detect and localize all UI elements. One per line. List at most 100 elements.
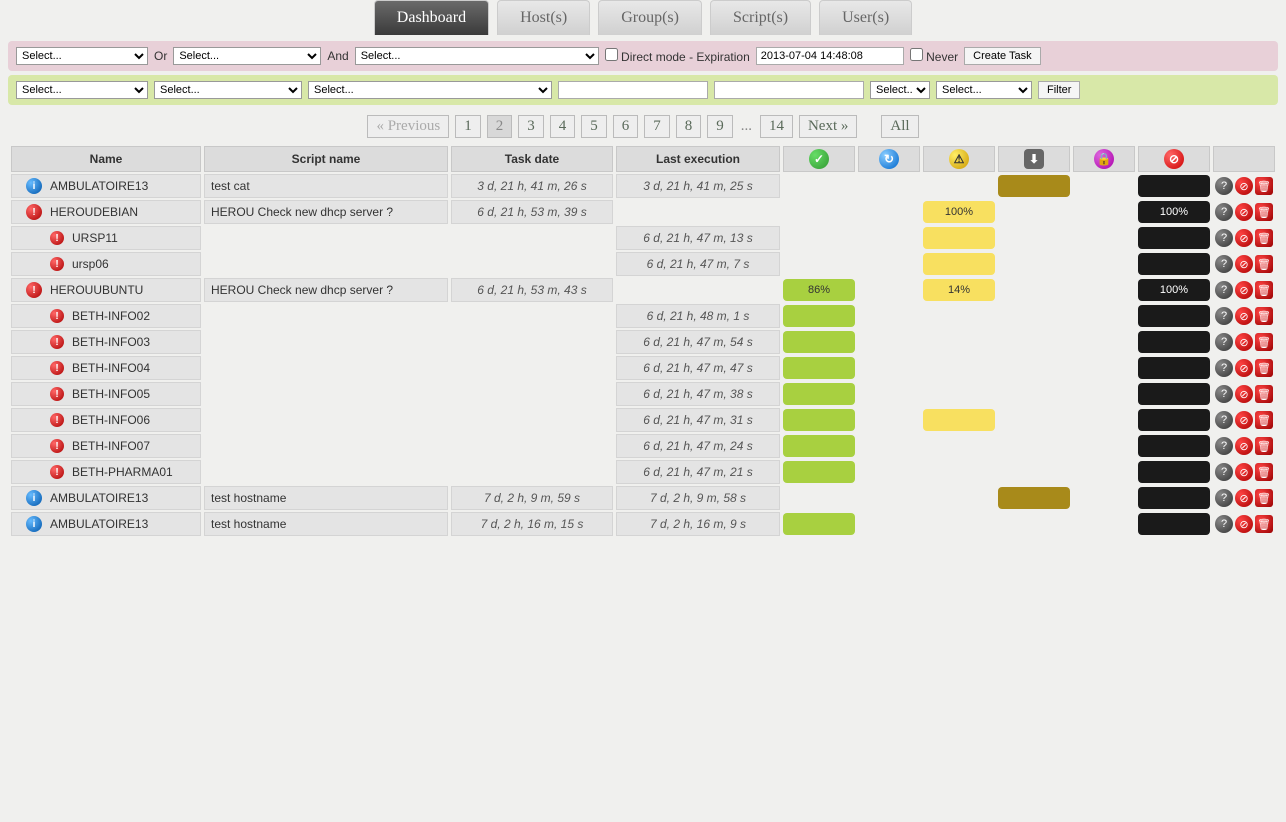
header-lock-icon[interactable]: 🔒	[1073, 146, 1135, 172]
task-select-1[interactable]: Select...	[16, 47, 148, 65]
header-download-icon[interactable]: ⬇	[998, 146, 1070, 172]
info-button[interactable]: ?	[1215, 463, 1233, 481]
info-button[interactable]: ?	[1215, 359, 1233, 377]
info-button[interactable]: ?	[1215, 411, 1233, 429]
delete-button[interactable]: 🗑	[1255, 359, 1273, 377]
header-script[interactable]: Script name	[204, 146, 448, 172]
create-task-button[interactable]: Create Task	[964, 47, 1041, 65]
cancel-button[interactable]: ⊘	[1235, 203, 1253, 221]
info-button[interactable]: ?	[1215, 229, 1233, 247]
page-9[interactable]: 9	[707, 115, 733, 138]
cancel-button[interactable]: ⊘	[1235, 411, 1253, 429]
delete-button[interactable]: 🗑	[1255, 333, 1273, 351]
cancel-button[interactable]: ⊘	[1235, 489, 1253, 507]
delete-button[interactable]: 🗑	[1255, 307, 1273, 325]
delete-button[interactable]: 🗑	[1255, 489, 1273, 507]
direct-mode-checkbox-label[interactable]: Direct mode - Expiration	[605, 48, 750, 64]
info-button[interactable]: ?	[1215, 281, 1233, 299]
filter-select-4[interactable]: Select...	[870, 81, 930, 99]
header-success-icon[interactable]: ✓	[783, 146, 855, 172]
cancel-button[interactable]: ⊘	[1235, 385, 1253, 403]
host-name[interactable]: BETH-INFO03	[72, 335, 150, 349]
page-14[interactable]: 14	[760, 115, 793, 138]
delete-button[interactable]: 🗑	[1255, 411, 1273, 429]
cancel-button[interactable]: ⊘	[1235, 177, 1253, 195]
host-name[interactable]: HEROUUBUNTU	[50, 283, 143, 297]
delete-button[interactable]: 🗑	[1255, 281, 1273, 299]
cancel-button[interactable]: ⊘	[1235, 333, 1253, 351]
page-8[interactable]: 8	[676, 115, 702, 138]
cancel-button[interactable]: ⊘	[1235, 255, 1253, 273]
header-deny-icon[interactable]: ⊘	[1138, 146, 1210, 172]
host-name[interactable]: URSP11	[72, 231, 118, 245]
info-button[interactable]: ?	[1215, 437, 1233, 455]
page-2[interactable]: 2	[487, 115, 513, 138]
header-task-date[interactable]: Task date	[451, 146, 613, 172]
delete-button[interactable]: 🗑	[1255, 437, 1273, 455]
info-button[interactable]: ?	[1215, 333, 1233, 351]
cancel-button[interactable]: ⊘	[1235, 437, 1253, 455]
header-refresh-icon[interactable]: ↻	[858, 146, 920, 172]
never-checkbox-label[interactable]: Never	[910, 48, 958, 64]
host-name[interactable]: BETH-INFO04	[72, 361, 150, 375]
header-warning-icon[interactable]: ⚠	[923, 146, 995, 172]
page-next[interactable]: Next »	[799, 115, 857, 138]
cancel-button[interactable]: ⊘	[1235, 229, 1253, 247]
page-6[interactable]: 6	[613, 115, 639, 138]
page-7[interactable]: 7	[644, 115, 670, 138]
delete-button[interactable]: 🗑	[1255, 463, 1273, 481]
filter-text-2[interactable]	[714, 81, 864, 99]
host-name[interactable]: BETH-INFO05	[72, 387, 150, 401]
page-prev[interactable]: « Previous	[367, 115, 449, 138]
info-button[interactable]: ?	[1215, 385, 1233, 403]
tab-users[interactable]: User(s)	[819, 0, 912, 35]
page-4[interactable]: 4	[550, 115, 576, 138]
filter-select-5[interactable]: Select...	[936, 81, 1032, 99]
cancel-button[interactable]: ⊘	[1235, 359, 1253, 377]
info-button[interactable]: ?	[1215, 515, 1233, 533]
page-1[interactable]: 1	[455, 115, 481, 138]
tab-hosts[interactable]: Host(s)	[497, 0, 590, 35]
cancel-button[interactable]: ⊘	[1235, 515, 1253, 533]
page-5[interactable]: 5	[581, 115, 607, 138]
delete-button[interactable]: 🗑	[1255, 203, 1273, 221]
task-select-2[interactable]: Select...	[173, 47, 321, 65]
delete-button[interactable]: 🗑	[1255, 229, 1273, 247]
cancel-button[interactable]: ⊘	[1235, 307, 1253, 325]
task-select-3[interactable]: Select...	[355, 47, 599, 65]
host-name[interactable]: BETH-INFO06	[72, 413, 150, 427]
info-button[interactable]: ?	[1215, 489, 1233, 507]
info-button[interactable]: ?	[1215, 203, 1233, 221]
host-name[interactable]: HEROUDEBIAN	[50, 205, 138, 219]
host-name[interactable]: AMBULATOIRE13	[50, 517, 148, 531]
filter-select-1[interactable]: Select...	[16, 81, 148, 99]
filter-text-1[interactable]	[558, 81, 708, 99]
info-button[interactable]: ?	[1215, 255, 1233, 273]
host-name[interactable]: BETH-PHARMA01	[72, 465, 173, 479]
info-button[interactable]: ?	[1215, 177, 1233, 195]
cancel-button[interactable]: ⊘	[1235, 281, 1253, 299]
expiration-input[interactable]	[756, 47, 904, 65]
host-name[interactable]: AMBULATOIRE13	[50, 491, 148, 505]
direct-mode-checkbox[interactable]	[605, 48, 618, 61]
delete-button[interactable]: 🗑	[1255, 177, 1273, 195]
host-name[interactable]: ursp06	[72, 257, 109, 271]
info-button[interactable]: ?	[1215, 307, 1233, 325]
page-3[interactable]: 3	[518, 115, 544, 138]
never-checkbox[interactable]	[910, 48, 923, 61]
delete-button[interactable]: 🗑	[1255, 255, 1273, 273]
filter-button[interactable]: Filter	[1038, 81, 1080, 99]
delete-button[interactable]: 🗑	[1255, 385, 1273, 403]
host-name[interactable]: BETH-INFO02	[72, 309, 150, 323]
header-name[interactable]: Name	[11, 146, 201, 172]
filter-select-2[interactable]: Select...	[154, 81, 302, 99]
page-all[interactable]: All	[881, 115, 918, 138]
host-name[interactable]: AMBULATOIRE13	[50, 179, 148, 193]
filter-select-3[interactable]: Select...	[308, 81, 552, 99]
tab-scripts[interactable]: Script(s)	[710, 0, 811, 35]
host-name[interactable]: BETH-INFO07	[72, 439, 150, 453]
tab-dashboard[interactable]: Dashboard	[374, 0, 489, 35]
cancel-button[interactable]: ⊘	[1235, 463, 1253, 481]
tab-groups[interactable]: Group(s)	[598, 0, 702, 35]
delete-button[interactable]: 🗑	[1255, 515, 1273, 533]
